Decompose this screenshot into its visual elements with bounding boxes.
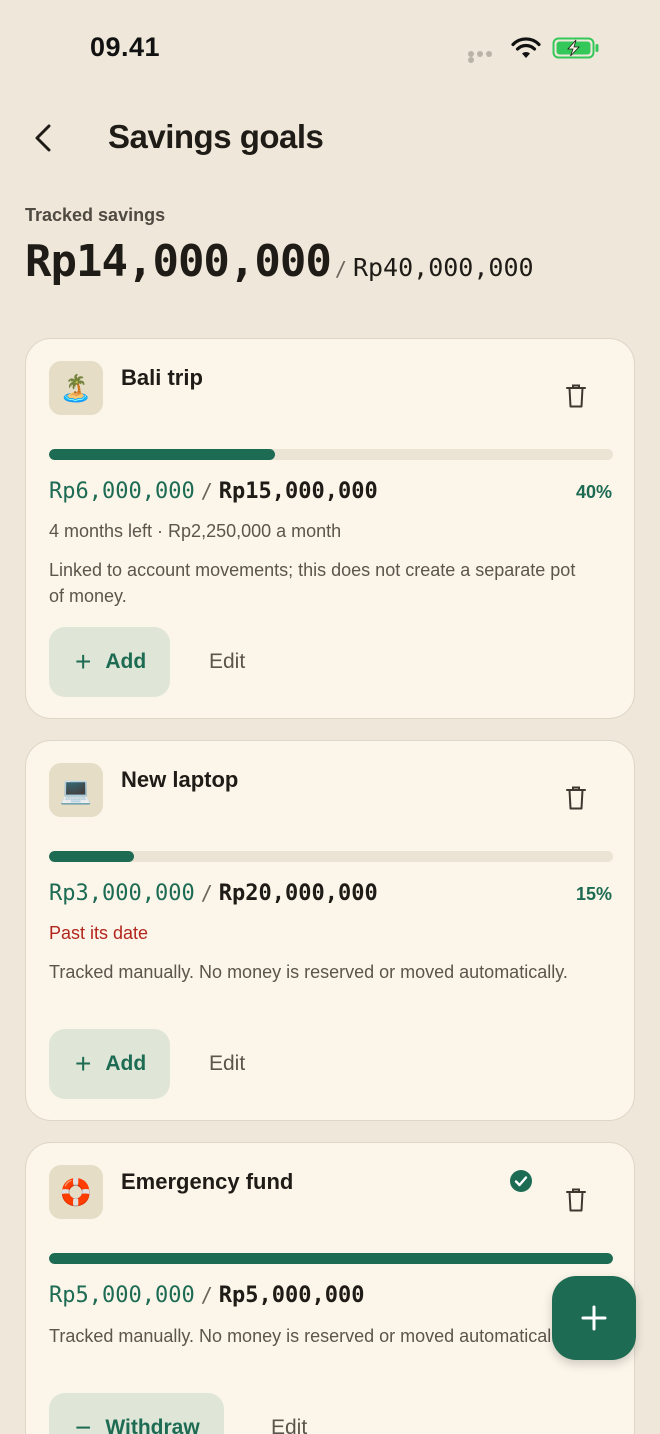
summary-amounts: Rp14,000,000/Rp40,000,000 — [25, 236, 534, 287]
goal-emoji-icon: 🛟 — [49, 1165, 103, 1219]
plus-icon — [581, 1305, 607, 1331]
trash-icon[interactable] — [564, 383, 588, 409]
goal-separator: / — [200, 881, 213, 905]
goal-saved: Rp3,000,000 — [49, 881, 195, 906]
summary-label: Tracked savings — [25, 205, 166, 225]
cellular-signal-icon — [468, 51, 502, 63]
goal-name: Bali trip — [121, 365, 203, 390]
withdraw-button[interactable]: − Withdraw — [49, 1393, 224, 1434]
goal-note: Linked to account movements; this does n… — [49, 560, 576, 606]
edit-button[interactable]: Edit — [209, 1052, 245, 1076]
goal-amounts: Rp5,000,000/Rp5,000,000 — [49, 1283, 364, 1308]
plus-icon: + — [75, 646, 92, 677]
add-button-label: Add — [105, 1052, 147, 1075]
trash-icon[interactable] — [564, 1187, 588, 1213]
goal-separator: / — [200, 1283, 213, 1307]
progress-bar — [49, 851, 613, 862]
goal-saved: Rp5,000,000 — [49, 1283, 195, 1308]
progress-bar — [49, 449, 613, 460]
goal-note: Tracked manually. No money is reserved o… — [49, 962, 568, 982]
trash-icon[interactable] — [564, 785, 588, 811]
goal-note: Tracked manually. No money is reserved o… — [49, 1326, 568, 1346]
progress-fill — [49, 1253, 613, 1264]
goal-name: New laptop — [121, 767, 239, 792]
progress-bar — [49, 1253, 613, 1264]
summary-separator: / — [334, 257, 347, 281]
add-goal-fab[interactable] — [552, 1276, 636, 1360]
withdraw-button-label: Withdraw — [105, 1416, 200, 1434]
goal-name: Emergency fund — [121, 1169, 294, 1194]
goal-percent: 15% — [575, 884, 612, 904]
goal-emoji-icon: 🏝️ — [49, 361, 103, 415]
summary-target: Rp40,000,000 — [352, 253, 534, 282]
savings-goals-screen: 09.41 Savings goals Tracked savings Rp14… — [0, 0, 660, 1434]
goal-separator: / — [200, 479, 213, 503]
goal-amounts: Rp6,000,000/Rp15,000,000 — [49, 479, 378, 504]
goal-target: Rp5,000,000 — [218, 1283, 365, 1308]
goal-emoji-icon: 💻 — [49, 763, 103, 817]
page-title: Savings goals — [108, 118, 324, 155]
goal-overdue-status: Past its date — [49, 923, 149, 943]
goal-target: Rp15,000,000 — [218, 479, 378, 504]
summary-total: Rp14,000,000 — [25, 236, 332, 287]
goal-card-new-laptop: 💻 New laptop Rp3,000,000/Rp20,000,000 15… — [25, 740, 635, 1121]
progress-fill — [49, 851, 134, 862]
goal-amounts: Rp3,000,000/Rp20,000,000 — [49, 881, 378, 906]
add-button-label: Add — [105, 650, 147, 673]
goal-schedule: 4 months left · Rp2,250,000 a month — [49, 521, 342, 541]
add-button[interactable]: + Add — [49, 1029, 171, 1099]
battery-charging-icon — [552, 37, 599, 59]
goal-card-emergency-fund: 🛟 Emergency fund Rp5,000,000/Rp5,000,000… — [25, 1142, 635, 1434]
wifi-icon — [511, 37, 541, 58]
status-time: 09.41 — [90, 32, 161, 62]
add-button[interactable]: + Add — [49, 627, 171, 697]
check-circle-icon — [510, 1170, 532, 1192]
edit-button[interactable]: Edit — [209, 650, 245, 674]
chevron-left-icon[interactable] — [26, 118, 66, 158]
goal-percent: 40% — [575, 482, 612, 502]
goal-saved: Rp6,000,000 — [49, 479, 195, 504]
goal-target: Rp20,000,000 — [218, 881, 378, 906]
goal-card-bali-trip: 🏝️ Bali trip Rp6,000,000/Rp15,000,000 40… — [25, 338, 635, 719]
minus-icon: − — [75, 1412, 92, 1434]
edit-button[interactable]: Edit — [271, 1416, 307, 1434]
progress-fill — [49, 449, 275, 460]
plus-icon: + — [75, 1048, 92, 1079]
status-bar: 09.41 — [0, 0, 660, 96]
